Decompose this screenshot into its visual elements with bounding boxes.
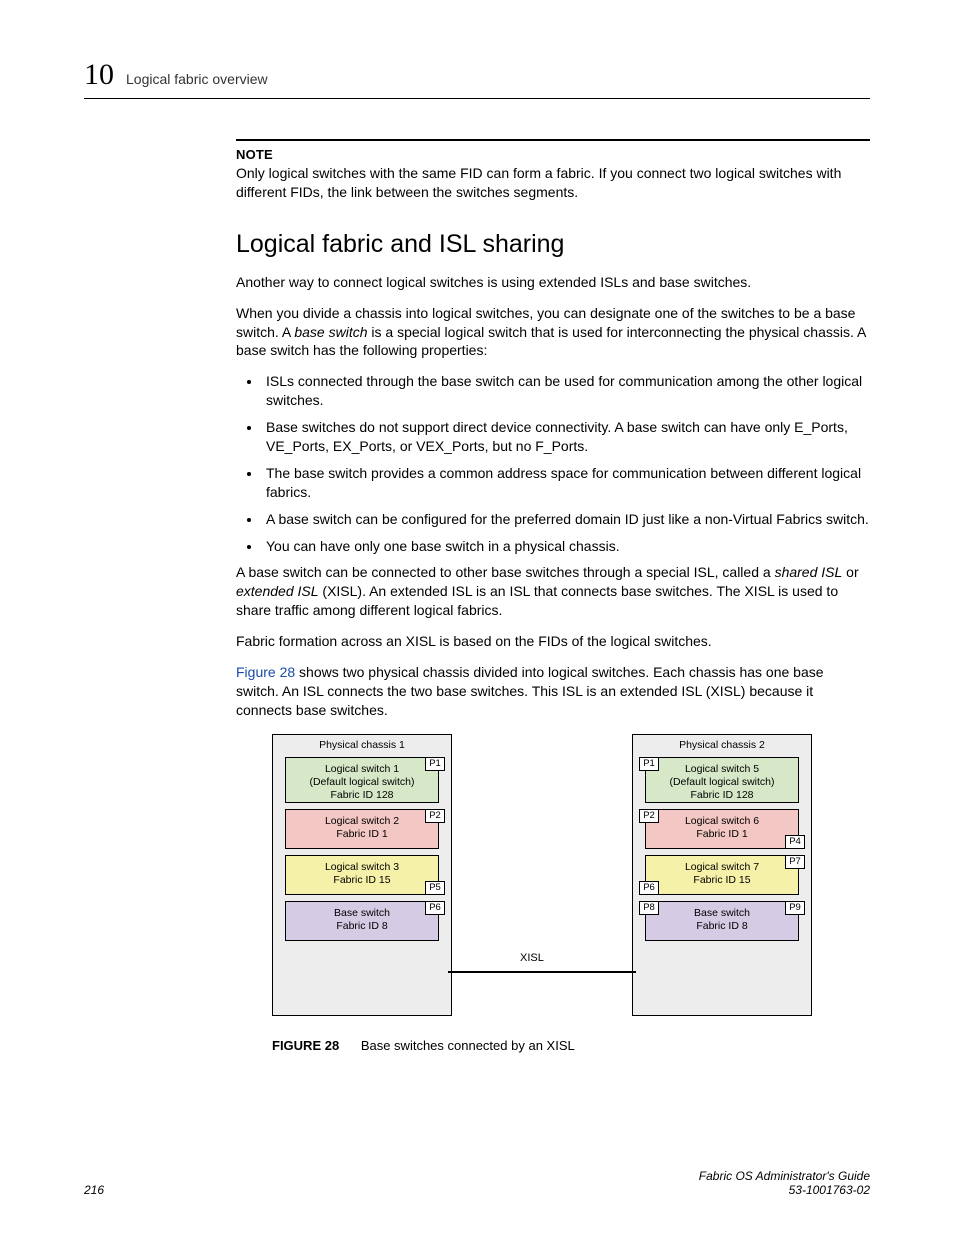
port-p2: P2 — [639, 809, 659, 823]
ls-line: Fabric ID 128 — [330, 789, 393, 801]
footer-right: Fabric OS Administrator's Guide 53-10017… — [699, 1169, 870, 1197]
chassis2-title: Physical chassis 2 — [633, 739, 811, 751]
ls-line: Logical switch 2 — [325, 815, 399, 827]
page-header: 10 Logical fabric overview — [84, 58, 870, 92]
ls-line: Fabric ID 1 — [696, 828, 747, 840]
figure-number: FIGURE 28 — [272, 1038, 339, 1053]
ls-line: Logical switch 5 — [685, 763, 759, 775]
note-rule — [236, 139, 870, 141]
paragraph-3: A base switch can be connected to other … — [236, 563, 870, 620]
list-item: Base switches do not support direct devi… — [262, 418, 870, 456]
ls-line: Fabric ID 15 — [693, 874, 750, 886]
ls-line: Base switch — [694, 907, 750, 919]
paragraph-2: When you divide a chassis into logical s… — [236, 304, 870, 361]
ls-line: Fabric ID 128 — [690, 789, 753, 801]
chapter-number: 10 — [84, 58, 114, 92]
section-heading: Logical fabric and ISL sharing — [236, 230, 870, 259]
p3-ital1: shared ISL — [775, 564, 843, 580]
p3-c: (XISL). An extended ISL is an ISL that c… — [236, 583, 838, 618]
xisl-connection-line — [448, 971, 636, 973]
content-column: NOTE Only logical switches with the same… — [236, 139, 870, 1053]
paragraph-1: Another way to connect logical switches … — [236, 273, 870, 292]
doc-title: Fabric OS Administrator's Guide — [699, 1169, 870, 1183]
ls-line: Logical switch 3 — [325, 861, 399, 873]
diagram: Physical chassis 1 Logical switch 1 (Def… — [272, 734, 812, 1024]
list-item: You can have only one base switch in a p… — [262, 537, 870, 556]
figure-reference-link[interactable]: Figure 28 — [236, 664, 295, 680]
base-switch-1: Base switch Fabric ID 8 P6 — [285, 901, 439, 941]
bullet-list: ISLs connected through the base switch c… — [262, 372, 870, 555]
ls-line: Logical switch 1 — [325, 763, 399, 775]
p3-ital2: extended ISL — [236, 583, 319, 599]
port-p7: P7 — [785, 855, 805, 869]
port-p4: P4 — [785, 835, 805, 849]
logical-switch-3: Logical switch 3 Fabric ID 15 P5 — [285, 855, 439, 895]
port-p1: P1 — [425, 757, 445, 771]
chassis1-title: Physical chassis 1 — [273, 739, 451, 751]
page-footer: 216 Fabric OS Administrator's Guide 53-1… — [84, 1169, 870, 1197]
physical-chassis-1: Physical chassis 1 Logical switch 1 (Def… — [272, 734, 452, 1016]
list-item: ISLs connected through the base switch c… — [262, 372, 870, 410]
port-p9: P9 — [785, 901, 805, 915]
figure-28: Physical chassis 1 Logical switch 1 (Def… — [272, 734, 870, 1053]
xisl-label: XISL — [520, 952, 544, 964]
ls-line: Fabric ID 8 — [336, 920, 387, 932]
p2-italic: base switch — [294, 324, 367, 340]
list-item: A base switch can be configured for the … — [262, 510, 870, 529]
ls-line: Fabric ID 8 — [696, 920, 747, 932]
paragraph-5: Figure 28 shows two physical chassis div… — [236, 663, 870, 720]
port-p8: P8 — [639, 901, 659, 915]
port-p2: P2 — [425, 809, 445, 823]
p3-b: or — [842, 564, 858, 580]
logical-switch-7: Logical switch 7 Fabric ID 15 P6 P7 — [645, 855, 799, 895]
figure-caption: FIGURE 28 Base switches connected by an … — [272, 1038, 870, 1053]
logical-switch-6: Logical switch 6 Fabric ID 1 P2 P4 — [645, 809, 799, 849]
ls-line: Fabric ID 15 — [333, 874, 390, 886]
note-label: NOTE — [236, 147, 870, 162]
p5-rest: shows two physical chassis divided into … — [236, 664, 824, 718]
logical-switch-1: Logical switch 1 (Default logical switch… — [285, 757, 439, 803]
page-number: 216 — [84, 1183, 104, 1197]
header-rule — [84, 98, 870, 99]
ls-line: (Default logical switch) — [309, 776, 414, 788]
paragraph-4: Fabric formation across an XISL is based… — [236, 632, 870, 651]
list-item: The base switch provides a common addres… — [262, 464, 870, 502]
logical-switch-5: Logical switch 5 (Default logical switch… — [645, 757, 799, 803]
ls-line: Logical switch 6 — [685, 815, 759, 827]
port-p6: P6 — [425, 901, 445, 915]
port-p1: P1 — [639, 757, 659, 771]
ls-line: (Default logical switch) — [669, 776, 774, 788]
ls-line: Fabric ID 1 — [336, 828, 387, 840]
ls-line: Logical switch 7 — [685, 861, 759, 873]
port-p6: P6 — [639, 881, 659, 895]
p3-a: A base switch can be connected to other … — [236, 564, 775, 580]
note-body: Only logical switches with the same FID … — [236, 164, 870, 202]
logical-switch-2: Logical switch 2 Fabric ID 1 P2 — [285, 809, 439, 849]
doc-number: 53-1001763-02 — [699, 1183, 870, 1197]
header-title: Logical fabric overview — [126, 71, 268, 87]
figure-caption-text: Base switches connected by an XISL — [361, 1038, 575, 1053]
physical-chassis-2: Physical chassis 2 Logical switch 5 (Def… — [632, 734, 812, 1016]
port-p5: P5 — [425, 881, 445, 895]
ls-line: Base switch — [334, 907, 390, 919]
base-switch-2: Base switch Fabric ID 8 P8 P9 — [645, 901, 799, 941]
